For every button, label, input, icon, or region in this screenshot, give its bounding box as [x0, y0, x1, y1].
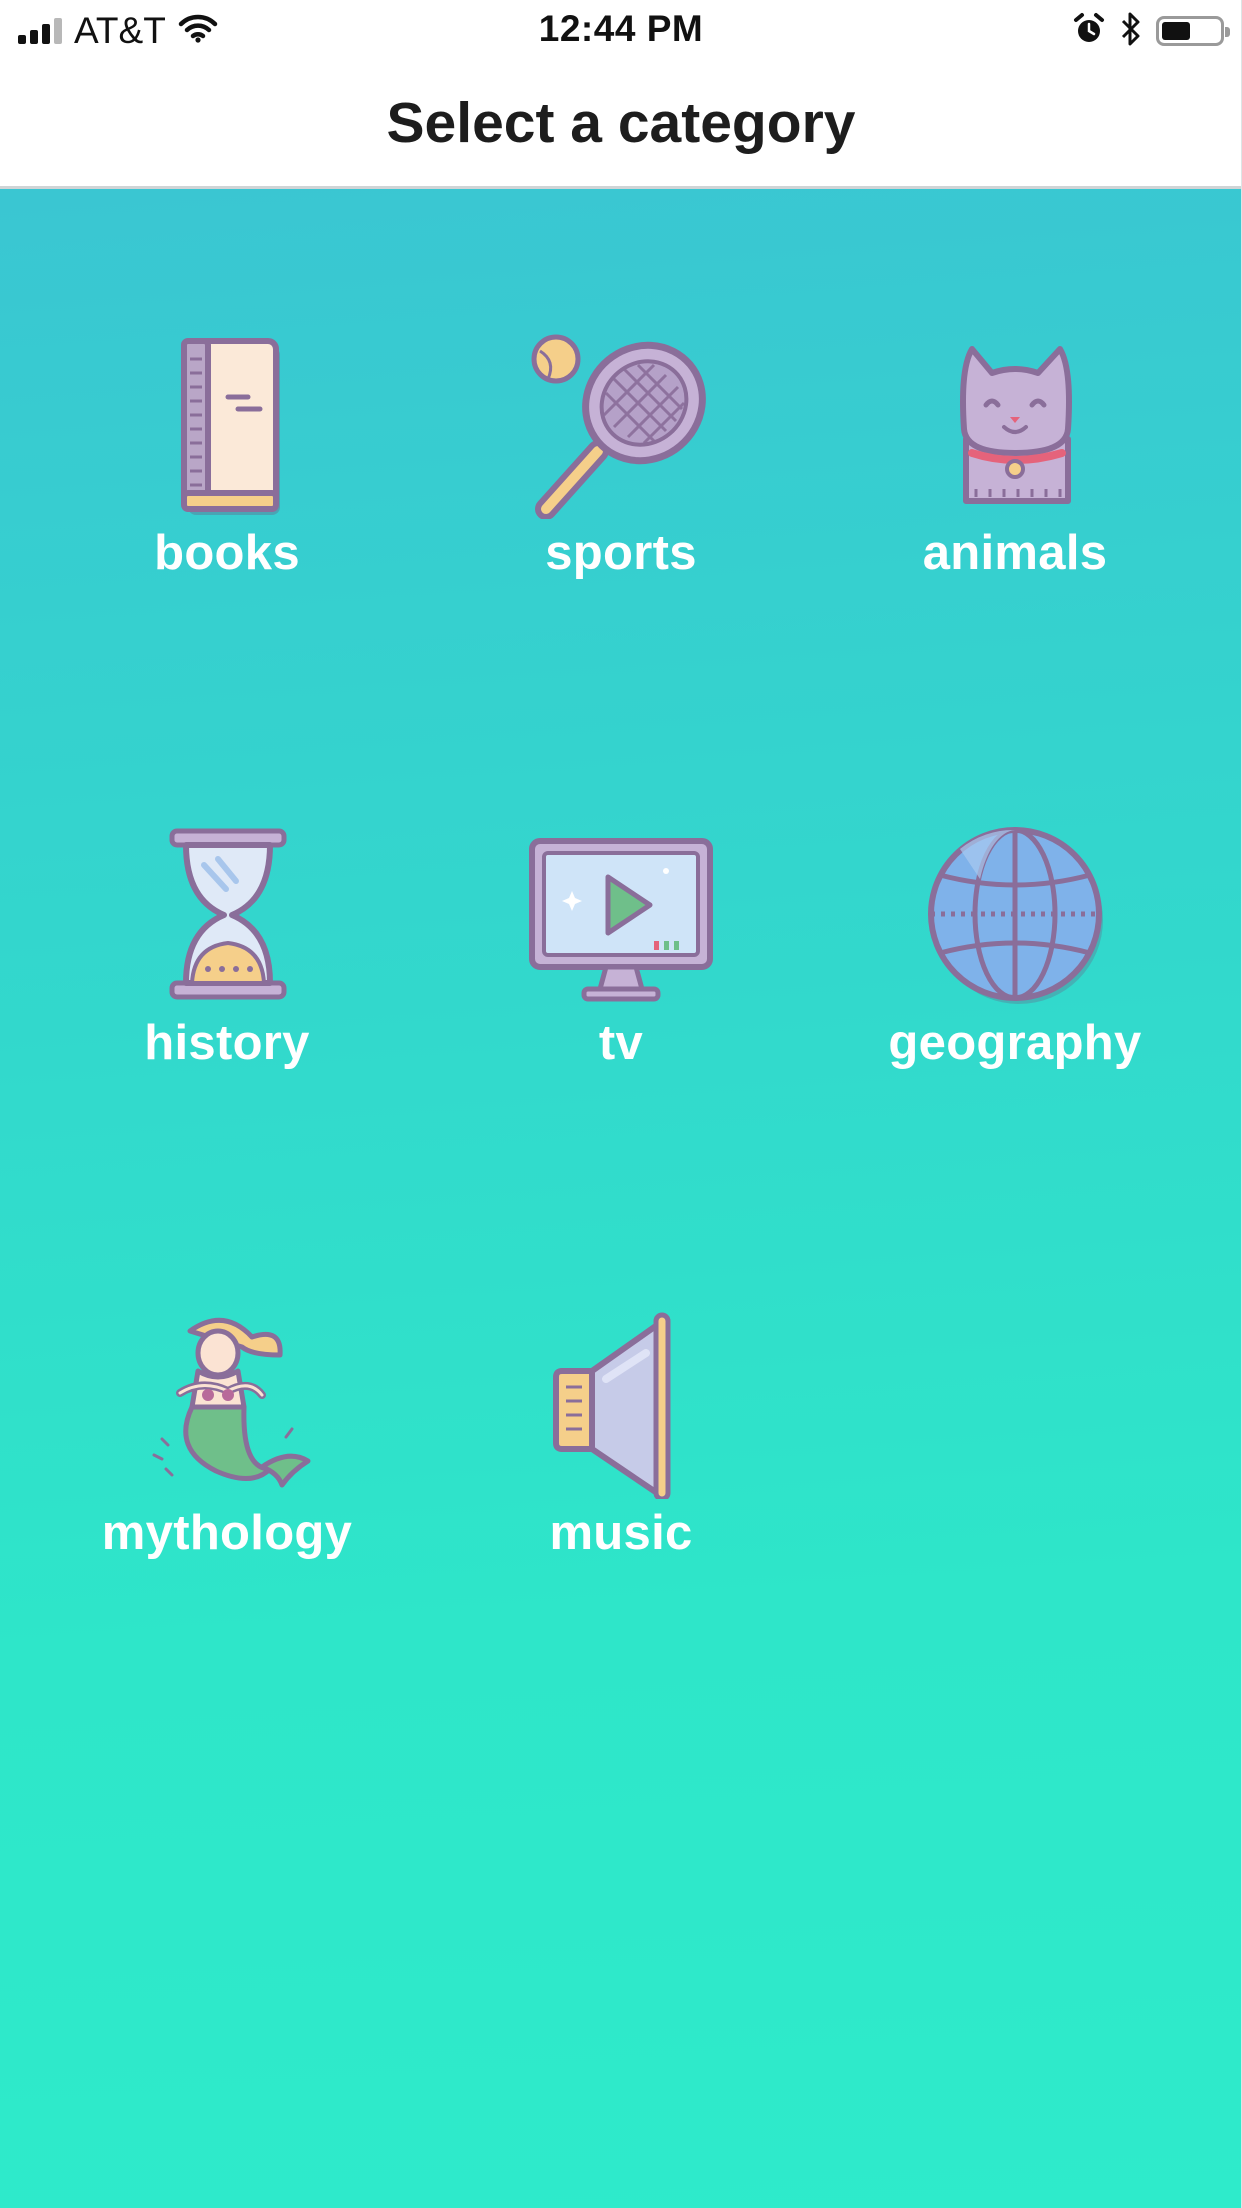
mermaid-icon [132, 1309, 322, 1499]
status-time: 12:44 PM [538, 8, 704, 49]
category-label: history [144, 1016, 310, 1070]
alarm-icon [1072, 12, 1106, 51]
app-screen: AT&T 12:44 PM Select a category books sp… [0, 0, 1242, 2208]
bluetooth-icon [1120, 11, 1142, 52]
category-label: tv [598, 1016, 644, 1070]
category-label: sports [545, 526, 697, 580]
category-label: geography [888, 1016, 1142, 1070]
category-label: books [154, 526, 300, 580]
category-label: animals [922, 526, 1108, 580]
category-mythology[interactable]: mythology [30, 1309, 424, 1639]
book-icon [132, 329, 322, 519]
tennis-racket-icon [526, 329, 716, 519]
category-label: mythology [101, 1506, 353, 1560]
speaker-icon [526, 1309, 716, 1499]
category-tv[interactable]: tv [424, 819, 818, 1149]
battery-level [1162, 22, 1190, 40]
category-music[interactable]: music [424, 1309, 818, 1639]
category-books[interactable]: books [30, 329, 424, 659]
category-animals[interactable]: animals [818, 329, 1212, 659]
status-bar: AT&T 12:44 PM [0, 0, 1242, 62]
category-grid: books sports animals history tv geograph… [0, 189, 1242, 2208]
tv-icon [526, 819, 716, 1009]
category-history[interactable]: history [30, 819, 424, 1149]
battery-icon [1156, 16, 1230, 46]
category-label: music [549, 1506, 693, 1560]
navigation-bar: Select a category [0, 62, 1242, 189]
hourglass-icon [132, 819, 322, 1009]
category-geography[interactable]: geography [818, 819, 1212, 1149]
status-bar-right [1072, 10, 1230, 52]
cat-icon [920, 329, 1110, 519]
category-sports[interactable]: sports [424, 329, 818, 659]
page-title: Select a category [386, 91, 856, 155]
globe-icon [920, 819, 1110, 1009]
